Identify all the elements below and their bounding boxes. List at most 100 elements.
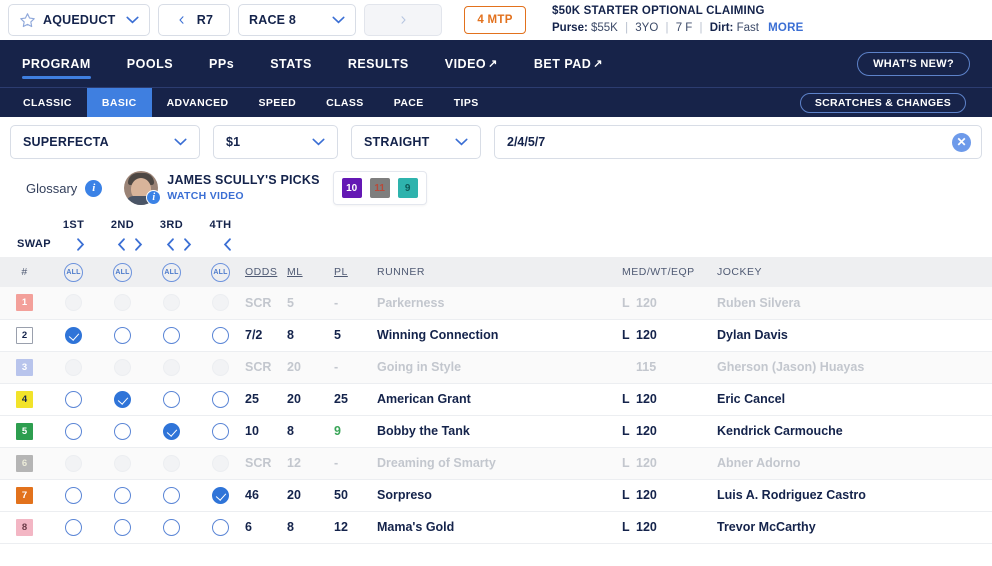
header-all-2nd[interactable]: ALL xyxy=(98,257,147,287)
selection-cell-third[interactable] xyxy=(147,415,196,447)
subnav-item-classic[interactable]: CLASSIC xyxy=(8,88,87,117)
swap-cell-2nd[interactable] xyxy=(105,237,154,251)
jockey-cell[interactable]: Luis A. Rodriguez Castro xyxy=(717,479,992,511)
selection-radio-first[interactable] xyxy=(65,486,82,504)
selection-cell-fourth[interactable] xyxy=(196,511,245,543)
selection-cell-fourth[interactable] xyxy=(196,383,245,415)
avatar-info-icon[interactable]: i xyxy=(146,190,162,205)
subnav-item-basic[interactable]: BASIC xyxy=(86,88,152,117)
subnav-item-pace[interactable]: PACE xyxy=(379,88,439,117)
chevron-right-icon[interactable] xyxy=(134,237,143,251)
nav-item-stats[interactable]: STATS xyxy=(270,40,312,87)
table-row[interactable]: 6 SCR 12 - Dreaming of Smarty L 120 Abner Adorn… xyxy=(0,447,992,479)
selection-cell-first[interactable] xyxy=(49,351,98,383)
selection-cell-fourth[interactable] xyxy=(196,351,245,383)
selection-radio-third[interactable] xyxy=(163,390,180,408)
selection-radio-second[interactable] xyxy=(114,422,131,440)
selection-cell-third[interactable] xyxy=(147,383,196,415)
selection-cell-second[interactable] xyxy=(98,287,147,319)
selection-cell-first[interactable] xyxy=(49,383,98,415)
all-circle-icon[interactable]: ALL xyxy=(211,262,230,282)
bet-amount-dropdown[interactable]: $1 xyxy=(213,125,338,159)
all-circle-icon[interactable]: ALL xyxy=(162,262,181,282)
selection-cell-second[interactable] xyxy=(98,351,147,383)
selection-cell-second[interactable] xyxy=(98,479,147,511)
bet-selection-input[interactable]: 2/4/5/7 ✕ xyxy=(494,125,982,159)
selection-cell-third[interactable] xyxy=(147,287,196,319)
chevron-left-icon[interactable] xyxy=(117,237,126,251)
header-all-4th[interactable]: ALL xyxy=(196,257,245,287)
whats-new-button[interactable]: WHAT'S NEW? xyxy=(857,51,970,76)
selection-radio-third[interactable] xyxy=(163,326,180,344)
swap-cell-3rd[interactable] xyxy=(154,237,203,251)
nav-item-pools[interactable]: POOLS xyxy=(127,40,173,87)
runner-name-cell[interactable]: Going in Style xyxy=(377,351,622,383)
selection-radio-second[interactable] xyxy=(114,390,131,408)
jockey-cell[interactable]: Gherson (Jason) Huayas xyxy=(717,351,992,383)
glossary-label[interactable]: Glossary xyxy=(26,181,77,196)
nav-item-video[interactable]: VIDEO ↗ xyxy=(445,40,498,87)
selection-cell-third[interactable] xyxy=(147,447,196,479)
info-icon[interactable]: i xyxy=(85,179,103,197)
selection-radio-fourth[interactable] xyxy=(212,422,229,440)
selection-radio-second[interactable] xyxy=(114,486,131,504)
header-ml[interactable]: ML xyxy=(287,257,334,287)
table-row[interactable]: 3 SCR 20 - Going in Style 115 Gherson (Jason) … xyxy=(0,351,992,383)
scratches-and-changes-button[interactable]: SCRATCHES & CHANGES xyxy=(799,92,966,113)
table-row[interactable]: 7 46 20 50 Sorpreso L 120 Luis A. Rodriguez Cas… xyxy=(0,479,992,511)
selection-cell-first[interactable] xyxy=(49,447,98,479)
selection-cell-second[interactable] xyxy=(98,447,147,479)
selection-radio-fourth[interactable] xyxy=(212,486,229,504)
race-selector[interactable]: RACE 8 xyxy=(238,4,356,36)
selection-radio-fourth[interactable] xyxy=(212,518,229,536)
table-row[interactable]: 4 25 20 25 American Grant L 120 Eric Cancel xyxy=(0,383,992,415)
runner-name-cell[interactable]: Dreaming of Smarty xyxy=(377,447,622,479)
selection-cell-third[interactable] xyxy=(147,511,196,543)
subnav-item-tips[interactable]: TIPS xyxy=(439,88,494,117)
selection-cell-fourth[interactable] xyxy=(196,447,245,479)
pick-badge[interactable]: 11 xyxy=(369,178,390,198)
subnav-item-class[interactable]: CLASS xyxy=(311,88,379,117)
selection-radio-second[interactable] xyxy=(114,518,131,536)
selection-radio-first[interactable] xyxy=(65,326,82,344)
selection-cell-first[interactable] xyxy=(49,415,98,447)
selection-cell-third[interactable] xyxy=(147,479,196,511)
clear-selection-icon[interactable]: ✕ xyxy=(952,132,971,152)
nav-item-pps[interactable]: PPs xyxy=(209,40,234,87)
selection-cell-fourth[interactable] xyxy=(196,319,245,351)
subnav-item-speed[interactable]: SPEED xyxy=(244,88,312,117)
selection-radio-second[interactable] xyxy=(114,326,131,344)
chevron-left-icon[interactable] xyxy=(223,237,232,251)
selection-cell-first[interactable] xyxy=(49,319,98,351)
selection-cell-third[interactable] xyxy=(147,351,196,383)
pick-badge[interactable]: 10 xyxy=(341,178,362,198)
runner-name-cell[interactable]: Bobby the Tank xyxy=(377,415,622,447)
jockey-cell[interactable]: Abner Adorno xyxy=(717,447,992,479)
selection-radio-third[interactable] xyxy=(163,422,180,440)
all-circle-icon[interactable]: ALL xyxy=(113,262,132,282)
jockey-cell[interactable]: Trevor McCarthy xyxy=(717,511,992,543)
selection-cell-second[interactable] xyxy=(98,511,147,543)
jockey-cell[interactable]: Kendrick Carmouche xyxy=(717,415,992,447)
runner-name-cell[interactable]: American Grant xyxy=(377,383,622,415)
selection-cell-first[interactable] xyxy=(49,511,98,543)
all-circle-icon[interactable]: ALL xyxy=(64,262,83,282)
runner-name-cell[interactable]: Winning Connection xyxy=(377,319,622,351)
nav-item-bet-pad[interactable]: BET PAD ↗ xyxy=(534,40,603,87)
header-all-3rd[interactable]: ALL xyxy=(147,257,196,287)
next-race-button[interactable] xyxy=(364,4,442,36)
chevron-left-icon[interactable] xyxy=(166,237,175,251)
selection-cell-fourth[interactable] xyxy=(196,415,245,447)
selection-cell-second[interactable] xyxy=(98,319,147,351)
bet-type-dropdown[interactable]: SUPERFECTA xyxy=(10,125,200,159)
runner-name-cell[interactable]: Mama's Gold xyxy=(377,511,622,543)
more-link[interactable]: MORE xyxy=(768,22,803,34)
header-odds[interactable]: ODDS xyxy=(245,257,287,287)
watch-video-link[interactable]: WATCH VIDEO xyxy=(167,190,319,203)
header-pl[interactable]: PL xyxy=(334,257,377,287)
pick-badge[interactable]: 9 xyxy=(397,178,418,198)
table-row[interactable]: 2 7/2 8 5 Winning Connection L 120 Dylan Davis xyxy=(0,319,992,351)
track-selector[interactable]: AQUEDUCT xyxy=(8,4,150,36)
previous-race-button[interactable]: R7 xyxy=(158,4,230,36)
selection-cell-second[interactable] xyxy=(98,415,147,447)
